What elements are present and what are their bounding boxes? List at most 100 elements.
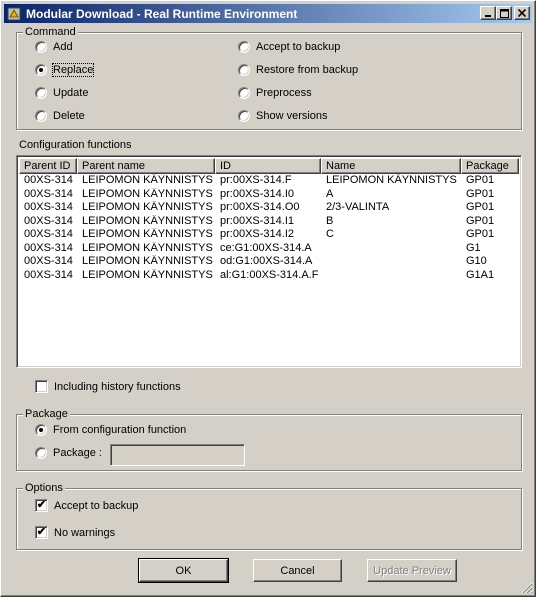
no-warnings-checkbox-box[interactable]: ✔ bbox=[35, 526, 48, 539]
table-row[interactable]: 00XS-314 LEIPOMON KÄYNNISTYS od:G1:00XS-… bbox=[19, 255, 519, 269]
radio-from-configuration-function-indicator[interactable] bbox=[35, 424, 47, 436]
resize-grip-icon[interactable] bbox=[521, 582, 533, 594]
radio-preprocess-label: Preprocess bbox=[256, 87, 312, 99]
radio-show-versions-label: Show versions bbox=[256, 110, 328, 122]
table-row[interactable]: 00XS-314 LEIPOMON KÄYNNISTYS pr:00XS-314… bbox=[19, 228, 519, 242]
radio-preprocess[interactable]: Preprocess bbox=[238, 87, 312, 99]
package-group: Package bbox=[16, 407, 522, 471]
radio-delete-indicator[interactable] bbox=[35, 110, 47, 122]
cell-package: G1 bbox=[466, 241, 481, 254]
radio-restore-from-backup[interactable]: Restore from backup bbox=[238, 64, 358, 76]
accept-to-backup-checkbox[interactable]: ✔ Accept to backup bbox=[35, 499, 138, 512]
column-header-package[interactable]: Package bbox=[461, 158, 519, 174]
cell-id: pr:00XS-314.I1 bbox=[220, 214, 294, 227]
cell-package: GP01 bbox=[466, 201, 495, 213]
cell-id: pr:00XS-314.I2 bbox=[220, 228, 294, 240]
radio-preprocess-indicator[interactable] bbox=[238, 87, 250, 99]
radio-update-label: Update bbox=[53, 87, 89, 99]
command-group-label: Command bbox=[23, 25, 78, 39]
radio-restore-from-backup-label: Restore from backup bbox=[256, 64, 359, 76]
radio-show-versions-indicator[interactable] bbox=[238, 110, 250, 122]
accept-to-backup-label: Accept to backup bbox=[54, 499, 139, 512]
cell-parent-id: 00XS-314 bbox=[24, 174, 73, 186]
cell-package: GP01 bbox=[466, 214, 495, 227]
close-button[interactable] bbox=[514, 6, 530, 20]
update-preview-button: Update Preview bbox=[367, 559, 457, 582]
cell-id: pr:00XS-314.I0 bbox=[220, 187, 294, 200]
radio-package[interactable]: Package : bbox=[35, 447, 102, 459]
maximize-icon bbox=[499, 8, 509, 18]
column-header-parent-name[interactable]: Parent name bbox=[77, 158, 215, 174]
cell-parent-id: 00XS-314 bbox=[24, 241, 73, 254]
title-bar[interactable]: Modular Download - Real Runtime Environm… bbox=[4, 4, 532, 23]
radio-from-configuration-function[interactable]: From configuration function bbox=[35, 424, 186, 436]
including-history-label: Including history functions bbox=[54, 380, 181, 393]
accept-to-backup-checkbox-box[interactable]: ✔ bbox=[35, 499, 48, 512]
cell-parent-id: 00XS-314 bbox=[24, 187, 73, 200]
window-title: Modular Download - Real Runtime Environm… bbox=[26, 6, 298, 21]
cell-package: GP01 bbox=[466, 187, 495, 200]
package-group-label: Package bbox=[23, 407, 70, 421]
maximize-button[interactable] bbox=[496, 6, 512, 20]
radio-replace[interactable]: Replace bbox=[35, 63, 95, 77]
cell-parent-name: LEIPOMON KÄYNNISTYS bbox=[82, 214, 213, 227]
table-row[interactable]: 00XS-314 LEIPOMON KÄYNNISTYS pr:00XS-314… bbox=[19, 215, 519, 229]
cell-id: od:G1:00XS-314.A bbox=[220, 255, 313, 267]
radio-delete[interactable]: Delete bbox=[35, 110, 85, 122]
cell-parent-id: 00XS-314 bbox=[24, 201, 73, 213]
no-warnings-label: No warnings bbox=[54, 526, 116, 539]
minimize-button[interactable] bbox=[480, 6, 496, 20]
cell-parent-name: LEIPOMON KÄYNNISTYS bbox=[82, 268, 213, 281]
radio-from-configuration-function-label: From configuration function bbox=[53, 424, 187, 436]
radio-add-indicator[interactable] bbox=[35, 41, 47, 53]
radio-accept-to-backup-label: Accept to backup bbox=[256, 41, 341, 53]
cell-name: A bbox=[326, 187, 334, 200]
radio-update[interactable]: Update bbox=[35, 87, 88, 99]
radio-accept-to-backup[interactable]: Accept to backup bbox=[238, 41, 340, 53]
cell-name: 2/3-VALINTA bbox=[326, 201, 390, 213]
list-header: Parent ID Parent name ID Name Package bbox=[19, 158, 519, 174]
cell-name: LEIPOMON KÄYNNISTYS bbox=[326, 174, 457, 186]
package-input[interactable] bbox=[110, 444, 245, 466]
including-history-checkbox[interactable]: Including history functions bbox=[35, 380, 181, 393]
close-icon bbox=[518, 9, 526, 17]
radio-update-indicator[interactable] bbox=[35, 87, 47, 99]
cancel-button[interactable]: Cancel bbox=[253, 559, 342, 582]
radio-replace-label: Replace bbox=[51, 63, 95, 77]
no-warnings-checkbox[interactable]: ✔ No warnings bbox=[35, 526, 115, 539]
cell-name bbox=[321, 269, 461, 283]
cell-parent-id: 00XS-314 bbox=[24, 268, 73, 281]
list-rows: 00XS-314 LEIPOMON KÄYNNISTYS pr:00XS-314… bbox=[19, 174, 519, 282]
radio-show-versions[interactable]: Show versions bbox=[238, 110, 328, 122]
radio-package-indicator[interactable] bbox=[35, 447, 47, 459]
table-row[interactable]: 00XS-314 LEIPOMON KÄYNNISTYS pr:00XS-314… bbox=[19, 188, 519, 202]
cell-parent-name: LEIPOMON KÄYNNISTYS bbox=[82, 201, 213, 213]
table-row[interactable]: 00XS-314 LEIPOMON KÄYNNISTYS al:G1:00XS-… bbox=[19, 269, 519, 283]
radio-add-label: Add bbox=[53, 41, 73, 53]
cell-package: GP01 bbox=[466, 174, 495, 186]
cell-parent-id: 00XS-314 bbox=[24, 228, 73, 240]
table-row[interactable]: 00XS-314 LEIPOMON KÄYNNISTYS ce:G1:00XS-… bbox=[19, 242, 519, 256]
cell-id: pr:00XS-314.O0 bbox=[220, 201, 300, 213]
table-row[interactable]: 00XS-314 LEIPOMON KÄYNNISTYS pr:00XS-314… bbox=[19, 201, 519, 215]
configuration-functions-label: Configuration functions bbox=[19, 139, 132, 151]
cell-id: al:G1:00XS-314.A.F bbox=[220, 268, 319, 281]
cell-parent-name: LEIPOMON KÄYNNISTYS bbox=[82, 174, 213, 186]
ok-button[interactable]: OK bbox=[138, 558, 229, 583]
radio-replace-indicator[interactable] bbox=[35, 64, 47, 76]
cell-id: ce:G1:00XS-314.A bbox=[220, 241, 312, 254]
configuration-functions-list[interactable]: Parent ID Parent name ID Name Package 00… bbox=[16, 155, 522, 368]
radio-accept-to-backup-indicator[interactable] bbox=[238, 41, 250, 53]
cell-name bbox=[321, 255, 461, 269]
column-header-id[interactable]: ID bbox=[215, 158, 321, 174]
cell-name bbox=[321, 242, 461, 256]
column-header-parent-id[interactable]: Parent ID bbox=[19, 158, 77, 174]
radio-package-label: Package : bbox=[53, 447, 102, 459]
table-row[interactable]: 00XS-314 LEIPOMON KÄYNNISTYS pr:00XS-314… bbox=[19, 174, 519, 188]
radio-add[interactable]: Add bbox=[35, 41, 73, 53]
including-history-checkbox-box[interactable] bbox=[35, 380, 48, 393]
radio-restore-from-backup-indicator[interactable] bbox=[238, 64, 250, 76]
cell-package: G10 bbox=[466, 255, 487, 267]
column-header-name[interactable]: Name bbox=[321, 158, 461, 174]
radio-delete-label: Delete bbox=[53, 110, 85, 122]
